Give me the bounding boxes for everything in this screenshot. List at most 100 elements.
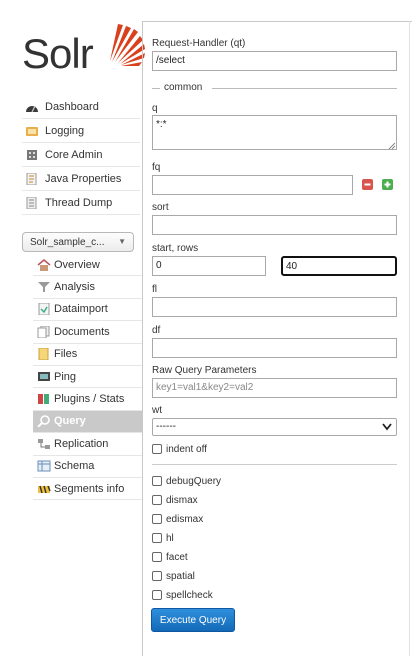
rows-input[interactable]: 40 <box>281 256 397 276</box>
core-nav-analysis[interactable]: Analysis <box>33 276 142 299</box>
schema-icon <box>37 460 51 472</box>
nav-label: Logging <box>45 124 85 137</box>
replication-icon <box>37 438 51 450</box>
core-nav-replication[interactable]: Replication <box>33 433 142 456</box>
nav-label: Java Properties <box>45 172 122 185</box>
chevron-down-icon: ▼ <box>118 237 126 246</box>
request-handler-input[interactable]: /select <box>152 51 397 71</box>
magnifier-icon <box>37 415 51 429</box>
option-label: dismax <box>166 494 198 506</box>
q-label: q <box>152 103 158 114</box>
core-nav-segments-info[interactable]: Segments info <box>33 478 142 501</box>
raw-params-input[interactable]: key1=val1&key2=val2 <box>152 378 397 398</box>
start-input[interactable]: 0 <box>152 256 266 276</box>
spatial-option[interactable]: spatial <box>152 569 195 583</box>
nav-label: Thread Dump <box>45 196 113 209</box>
add-fq-button[interactable] <box>382 179 393 190</box>
fl-label: fl <box>152 284 157 295</box>
main-nav: Dashboard Logging Core Admin Java Proper… <box>22 95 140 215</box>
sidebar: Solr Dashboard Logging Core Admin Java P… <box>0 0 145 656</box>
core-nav-ping[interactable]: Ping <box>33 366 142 389</box>
core-nav-label: Analysis <box>54 281 95 294</box>
core-nav-documents[interactable]: Documents <box>33 321 142 344</box>
panel-divider <box>409 21 410 656</box>
solr-sun-icon <box>110 24 145 66</box>
documents-icon <box>37 325 51 339</box>
indent-checkbox[interactable] <box>152 444 162 454</box>
solr-logo[interactable]: Solr <box>22 22 145 80</box>
dismax-option[interactable]: dismax <box>152 493 198 507</box>
indent-checkbox-row[interactable]: indent off <box>152 442 207 456</box>
core-nav-overview[interactable]: Overview <box>33 254 142 277</box>
nav-logging[interactable]: Logging <box>22 119 140 143</box>
hl-checkbox[interactable] <box>152 533 162 543</box>
core-nav-label: Replication <box>54 437 109 450</box>
core-nav-dataimport[interactable]: Dataimport <box>33 299 142 322</box>
execute-query-button[interactable]: Execute Query <box>151 608 235 632</box>
df-input[interactable] <box>152 338 397 358</box>
core-nav-schema[interactable]: Schema <box>33 456 142 478</box>
core-nav-plugins-stats[interactable]: Plugins / Stats <box>33 388 142 411</box>
dashboard-icon <box>25 101 39 113</box>
common-legend: common <box>164 82 203 93</box>
nav-label: Dashboard <box>45 100 99 113</box>
dismax-checkbox[interactable] <box>152 495 162 505</box>
nav-java-properties[interactable]: Java Properties <box>22 167 140 191</box>
common-fieldset-legend: common <box>152 82 397 94</box>
core-nav-label: Files <box>54 348 78 361</box>
core-nav-files[interactable]: Files <box>33 344 142 366</box>
spatial-checkbox[interactable] <box>152 571 162 581</box>
facet-checkbox[interactable] <box>152 552 162 562</box>
home-icon <box>37 258 51 271</box>
wt-label: wt <box>152 405 162 416</box>
option-label: hl <box>166 532 174 544</box>
hl-option[interactable]: hl <box>152 531 174 545</box>
request-handler-label: Request-Handler (qt) <box>152 38 246 49</box>
nav-dashboard[interactable]: Dashboard <box>22 95 140 119</box>
divider <box>152 464 397 465</box>
option-label: spellcheck <box>166 589 213 601</box>
core-nav-label: Query <box>54 415 86 428</box>
nav-label: Core Admin <box>45 148 103 161</box>
option-label: facet <box>166 551 188 563</box>
remove-fq-button[interactable] <box>362 179 373 190</box>
core-nav-label: Dataimport <box>54 303 108 316</box>
fq-label: fq <box>152 162 161 173</box>
legend-rule <box>152 88 160 89</box>
core-nav-query[interactable]: Query <box>33 410 142 434</box>
core-admin-icon <box>25 149 39 161</box>
ping-icon <box>37 371 51 383</box>
core-nav-label: Segments info <box>54 482 125 495</box>
plus-icon <box>384 181 391 188</box>
option-label: edismax <box>166 513 204 525</box>
start-rows-label: start, rows <box>152 243 199 254</box>
spellcheck-option[interactable]: spellcheck <box>152 588 213 602</box>
java-properties-icon <box>25 172 39 185</box>
nav-core-admin[interactable]: Core Admin <box>22 143 140 167</box>
q-textarea[interactable]: *:* <box>152 115 397 150</box>
edismax-option[interactable]: edismax <box>152 512 203 526</box>
sort-input[interactable] <box>152 215 397 235</box>
core-selector[interactable]: Solr_sample_c... ▼ <box>22 232 134 252</box>
fq-input[interactable] <box>152 175 353 195</box>
raw-params-label: Raw Query Parameters <box>152 365 257 376</box>
wt-select[interactable]: ------ <box>152 418 397 436</box>
sort-label: sort <box>152 202 169 213</box>
indent-label: indent off <box>166 443 207 455</box>
logging-icon <box>25 125 39 137</box>
option-label: spatial <box>166 570 195 582</box>
nav-thread-dump[interactable]: Thread Dump <box>22 191 140 215</box>
spellcheck-checkbox[interactable] <box>152 590 162 600</box>
resize-grip-icon[interactable] <box>388 142 396 150</box>
debugquery-checkbox[interactable] <box>152 476 162 486</box>
core-nav-label: Overview <box>54 258 100 271</box>
chevron-down-icon <box>382 423 392 431</box>
fl-input[interactable] <box>152 297 397 317</box>
facet-option[interactable]: facet <box>152 550 188 564</box>
edismax-checkbox[interactable] <box>152 514 162 524</box>
minus-icon <box>364 183 371 186</box>
legend-rule <box>212 88 397 89</box>
logo-text: Solr <box>22 30 94 77</box>
debugquery-option[interactable]: debugQuery <box>152 474 221 488</box>
core-selector-value: Solr_sample_c... <box>30 236 105 248</box>
